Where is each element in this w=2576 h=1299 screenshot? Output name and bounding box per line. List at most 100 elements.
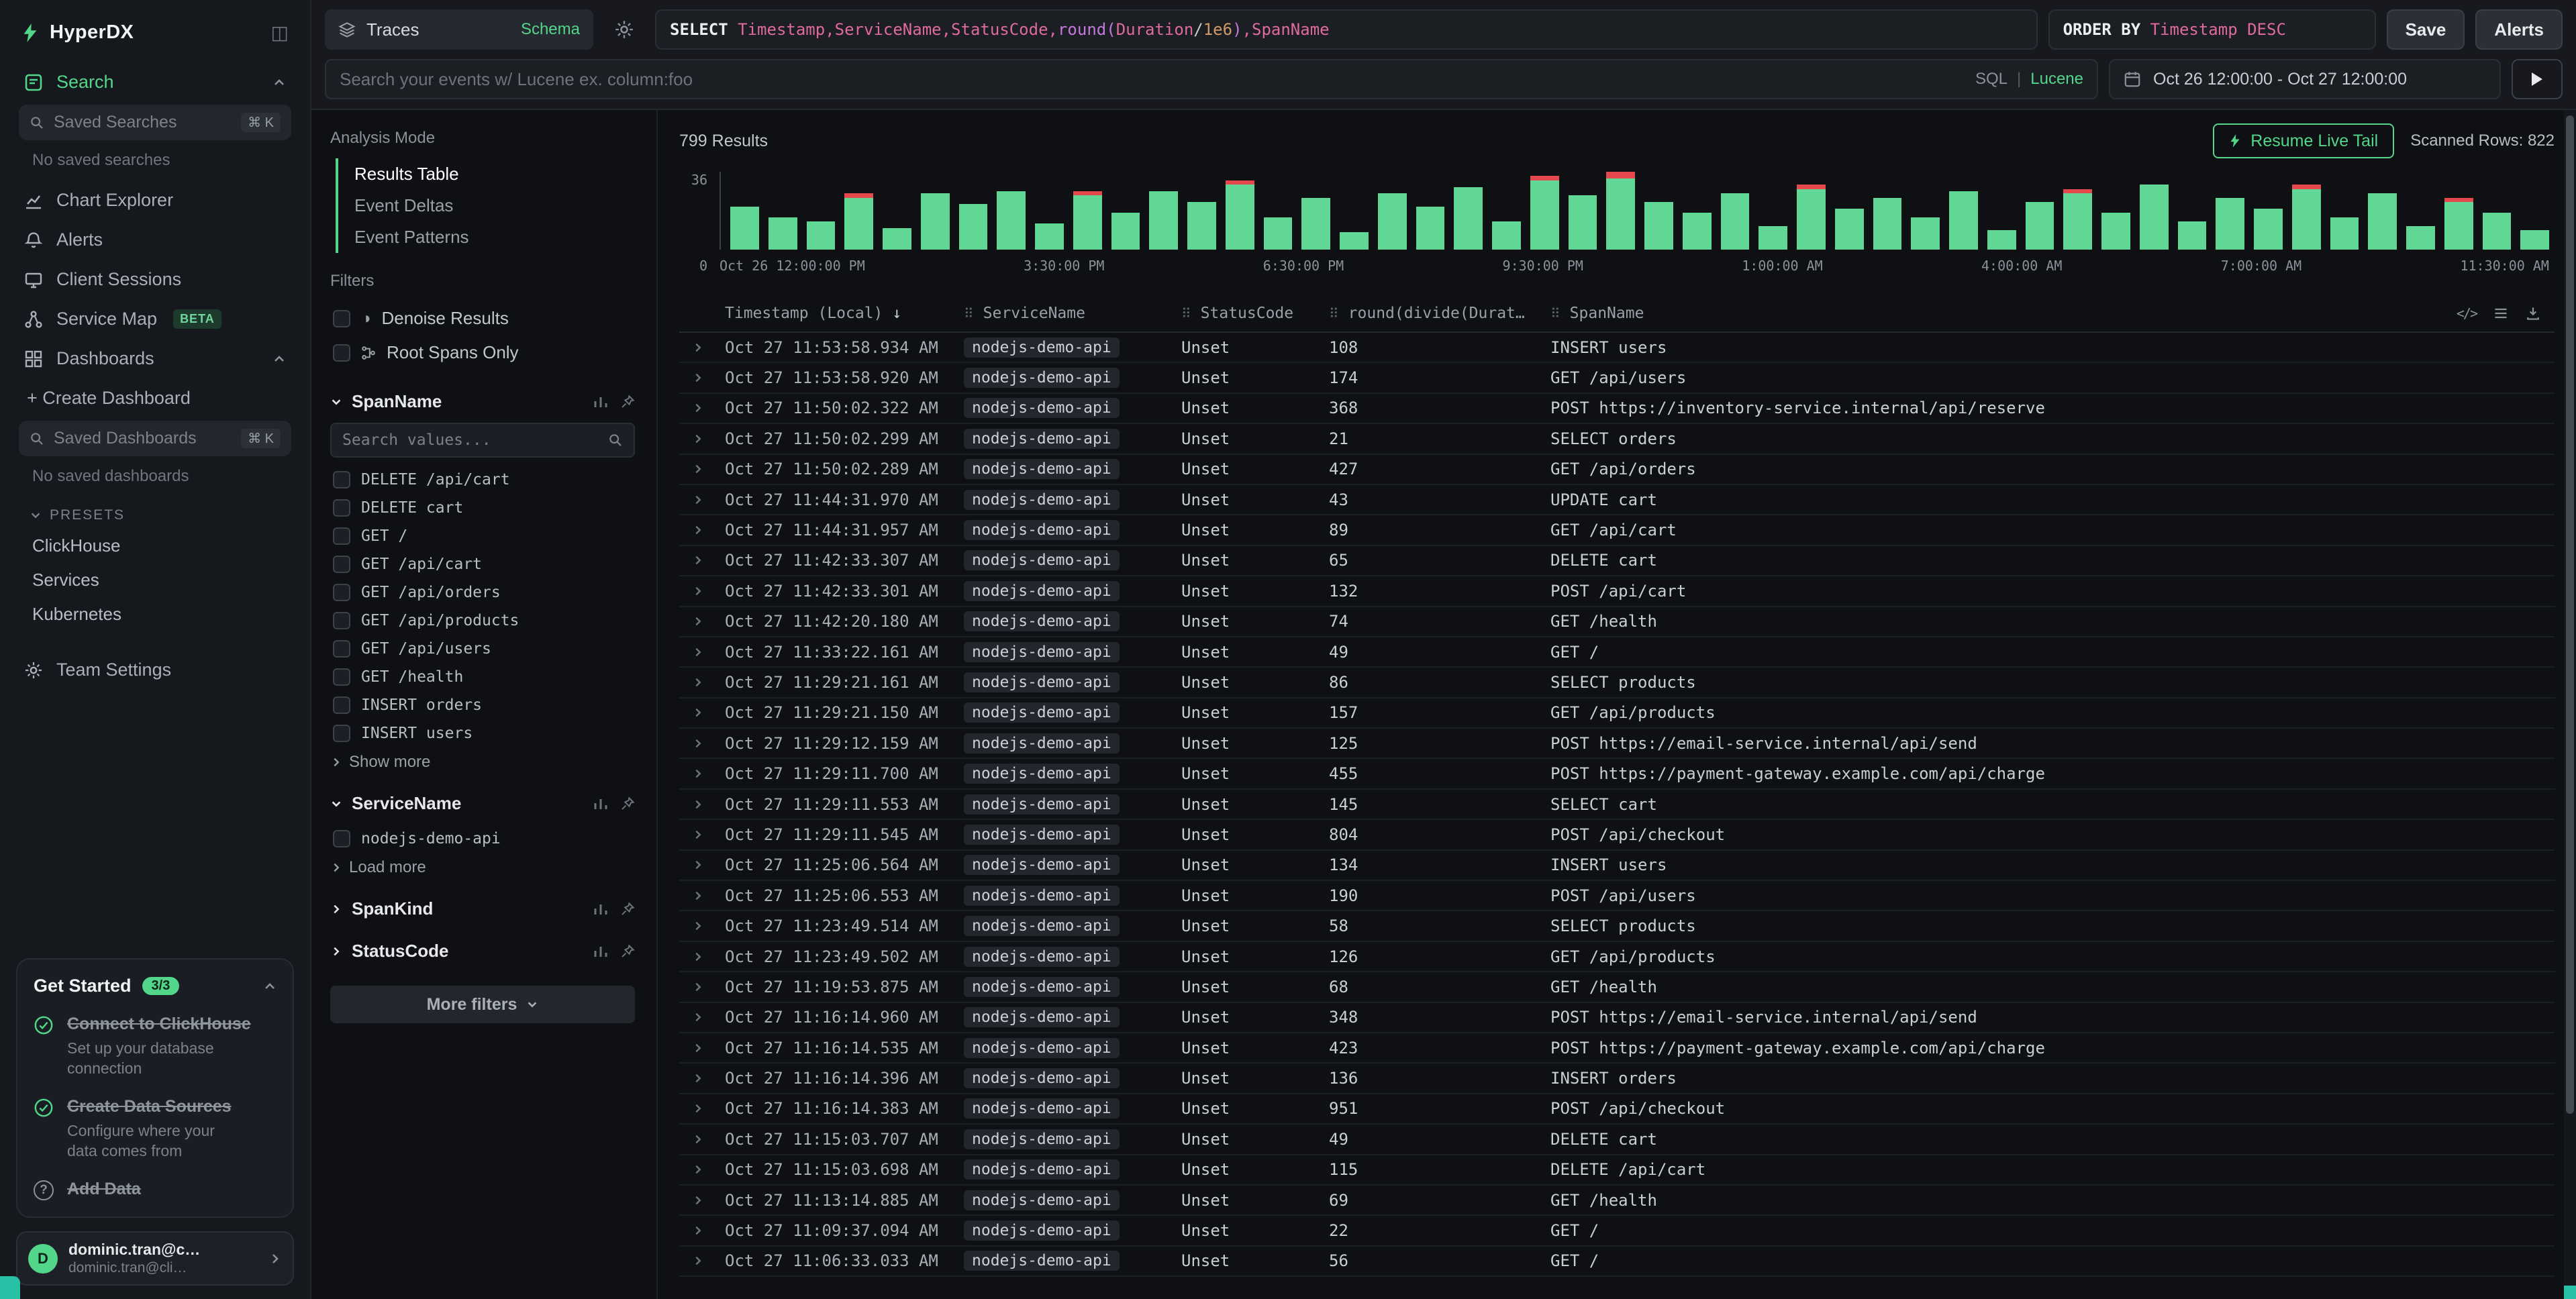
- bar-chart-icon[interactable]: [593, 796, 608, 811]
- pin-icon[interactable]: [620, 395, 635, 409]
- table-row[interactable]: Oct 27 11:23:49.502 AMnodejs-demo-apiUns…: [679, 942, 2555, 972]
- histogram-bar[interactable]: [2063, 189, 2092, 250]
- table-row[interactable]: Oct 27 11:16:14.383 AMnodejs-demo-apiUns…: [679, 1094, 2555, 1125]
- histogram-bar[interactable]: [959, 204, 988, 250]
- table-row[interactable]: Oct 27 11:50:02.289 AMnodejs-demo-apiUns…: [679, 455, 2555, 485]
- code-view-icon[interactable]: </>: [2457, 305, 2477, 321]
- histogram-bar[interactable]: [1530, 176, 1559, 250]
- mode-results-table[interactable]: Results Table: [338, 158, 635, 190]
- alerts-button[interactable]: Alerts: [2475, 9, 2563, 50]
- filter-option[interactable]: GET /api/orders: [330, 578, 635, 607]
- histogram-bar[interactable]: [921, 193, 950, 250]
- checkbox[interactable]: [333, 830, 350, 847]
- pin-icon[interactable]: [620, 944, 635, 959]
- histogram-bar[interactable]: [1264, 217, 1293, 250]
- table-row[interactable]: Oct 27 11:42:33.307 AMnodejs-demo-apiUns…: [679, 546, 2555, 576]
- histogram-bar[interactable]: [1911, 217, 1940, 250]
- checkbox[interactable]: [333, 344, 350, 362]
- sidebar-item-search[interactable]: Search: [13, 62, 297, 102]
- row-expand-icon[interactable]: [679, 524, 717, 536]
- row-expand-icon[interactable]: [679, 342, 717, 354]
- bar-chart-icon[interactable]: [593, 902, 608, 917]
- col-timestamp[interactable]: Timestamp (Local) ↓: [717, 305, 956, 322]
- sidebar-item-service-map[interactable]: Service Map BETA: [13, 299, 297, 339]
- histogram-bar[interactable]: [2444, 198, 2473, 250]
- table-row[interactable]: Oct 27 11:16:14.535 AMnodejs-demo-apiUns…: [679, 1033, 2555, 1063]
- histogram-bar[interactable]: [2292, 185, 2321, 250]
- row-expand-icon[interactable]: [679, 585, 717, 597]
- table-row[interactable]: Oct 27 11:29:21.150 AMnodejs-demo-apiUns…: [679, 698, 2555, 729]
- bar-chart-icon[interactable]: [593, 944, 608, 959]
- sidebar-item-client-sessions[interactable]: Client Sessions: [13, 260, 297, 299]
- histogram-bar[interactable]: [2140, 185, 2169, 250]
- histogram-bar[interactable]: [1492, 221, 1521, 250]
- table-row[interactable]: Oct 27 11:16:14.396 AMnodejs-demo-apiUns…: [679, 1063, 2555, 1094]
- histogram-bar[interactable]: [1606, 172, 1635, 250]
- row-expand-icon[interactable]: [679, 615, 717, 627]
- checkbox[interactable]: [333, 584, 350, 601]
- histogram-bar[interactable]: [1035, 223, 1064, 250]
- table-row[interactable]: Oct 27 11:42:20.180 AMnodejs-demo-apiUns…: [679, 607, 2555, 637]
- col-statuscode[interactable]: ⠿ StatusCode: [1173, 305, 1321, 322]
- row-expand-icon[interactable]: [679, 798, 717, 811]
- table-row[interactable]: Oct 27 11:29:11.545 AMnodejs-demo-apiUns…: [679, 820, 2555, 850]
- drag-handle-icon[interactable]: ⠿: [964, 305, 974, 321]
- chevron-up-icon[interactable]: [263, 980, 277, 993]
- filter-values-search-input[interactable]: Search values...: [330, 423, 635, 458]
- row-expand-icon[interactable]: [679, 1194, 717, 1206]
- create-dashboard-button[interactable]: + Create Dashboard: [13, 378, 297, 418]
- sidebar-item-team-settings[interactable]: Team Settings: [13, 650, 297, 690]
- user-menu[interactable]: D dominic.tran@c… dominic.tran@cli…: [16, 1231, 294, 1286]
- row-expand-icon[interactable]: [679, 859, 717, 871]
- checkbox[interactable]: [333, 527, 350, 545]
- presets-section-header[interactable]: PRESETS: [13, 497, 297, 529]
- table-row[interactable]: Oct 27 11:15:03.707 AMnodejs-demo-apiUns…: [679, 1125, 2555, 1155]
- get-started-step[interactable]: ? Add Data: [34, 1179, 277, 1200]
- row-expand-icon[interactable]: [679, 1163, 717, 1176]
- row-expand-icon[interactable]: [679, 1042, 717, 1054]
- histogram-bar[interactable]: [1454, 187, 1483, 250]
- filter-option[interactable]: GET /api/cart: [330, 550, 635, 578]
- checkbox[interactable]: [333, 640, 350, 658]
- table-row[interactable]: Oct 27 11:25:06.564 AMnodejs-demo-apiUns…: [679, 851, 2555, 881]
- download-icon[interactable]: [2525, 305, 2541, 321]
- histogram-bar[interactable]: [2330, 217, 2359, 250]
- histogram-bar[interactable]: [844, 193, 873, 250]
- table-row[interactable]: Oct 27 11:23:49.514 AMnodejs-demo-apiUns…: [679, 911, 2555, 941]
- histogram-bar[interactable]: [2216, 198, 2244, 250]
- table-row[interactable]: Oct 27 11:25:06.553 AMnodejs-demo-apiUns…: [679, 881, 2555, 911]
- query-language-toggle[interactable]: SQL | Lucene: [1975, 70, 2083, 89]
- resume-live-tail-button[interactable]: Resume Live Tail: [2213, 123, 2394, 158]
- mode-event-deltas[interactable]: Event Deltas: [338, 190, 635, 221]
- source-settings-gear-icon[interactable]: [604, 9, 644, 50]
- histogram-bar[interactable]: [2178, 221, 2207, 250]
- run-query-button[interactable]: [2512, 59, 2563, 99]
- row-expand-icon[interactable]: [679, 1102, 717, 1114]
- table-row[interactable]: Oct 27 11:42:33.301 AMnodejs-demo-apiUns…: [679, 576, 2555, 607]
- date-range-picker[interactable]: Oct 26 12:00:00 - Oct 27 12:00:00: [2109, 59, 2501, 99]
- row-density-icon[interactable]: [2493, 305, 2509, 321]
- histogram-bar[interactable]: [1758, 226, 1787, 250]
- select-clause-input[interactable]: SELECT Timestamp,ServiceName,StatusCode,…: [655, 9, 2038, 50]
- histogram-bar[interactable]: [1226, 180, 1254, 250]
- histogram-bar[interactable]: [1378, 193, 1407, 250]
- sidebar-collapse-icon[interactable]: ◫: [271, 21, 289, 44]
- vertical-scrollbar[interactable]: [2564, 110, 2576, 1299]
- table-row[interactable]: Oct 27 11:44:31.957 AMnodejs-demo-apiUns…: [679, 515, 2555, 545]
- order-by-input[interactable]: ORDER BY Timestamp DESC: [2048, 9, 2376, 50]
- histogram-bar[interactable]: [2406, 226, 2435, 250]
- histogram-bar[interactable]: [2483, 213, 2512, 250]
- row-expand-icon[interactable]: [679, 1072, 717, 1084]
- filter-group-spanname[interactable]: SpanName: [330, 391, 635, 412]
- histogram-bar[interactable]: [1187, 202, 1216, 250]
- row-expand-icon[interactable]: [679, 676, 717, 688]
- filter-option[interactable]: INSERT orders: [330, 691, 635, 719]
- table-row[interactable]: Oct 27 11:53:58.934 AMnodejs-demo-apiUns…: [679, 333, 2555, 363]
- histogram-bar[interactable]: [1416, 207, 1445, 250]
- histogram-bar[interactable]: [1644, 202, 1673, 250]
- drag-handle-icon[interactable]: ⠿: [1181, 305, 1191, 321]
- histogram-bar[interactable]: [997, 191, 1026, 250]
- histogram-bar[interactable]: [883, 228, 911, 250]
- save-button[interactable]: Save: [2387, 9, 2465, 50]
- filter-option[interactable]: GET /health: [330, 663, 635, 691]
